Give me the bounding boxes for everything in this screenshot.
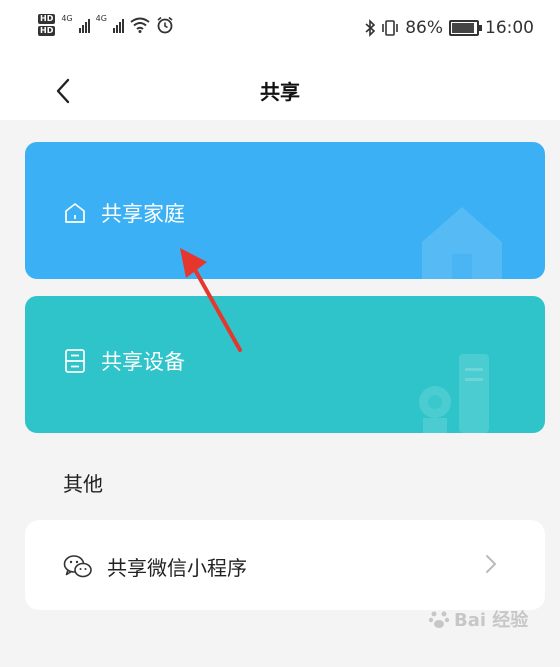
nav-bar: 共享 bbox=[0, 62, 560, 120]
home-icon bbox=[65, 203, 85, 223]
battery-percent: 86% bbox=[405, 18, 443, 38]
share-home-label: 共享家庭 bbox=[101, 202, 185, 226]
clock: 16:00 bbox=[485, 18, 534, 38]
network-type-label: 4G bbox=[95, 14, 107, 23]
hd-badge: HD bbox=[38, 14, 56, 24]
battery-icon bbox=[449, 20, 482, 36]
watermark: Bai 经验 bbox=[428, 606, 528, 632]
wechat-miniprogram-label: 共享微信小程序 bbox=[107, 556, 247, 580]
hd-badge: HD bbox=[38, 26, 56, 36]
status-right: 86% 16:00 bbox=[365, 18, 534, 38]
watermark-text: Bai 经验 bbox=[454, 610, 529, 631]
vibrate-icon bbox=[382, 20, 399, 36]
device-icon bbox=[65, 349, 85, 373]
device-decoration-icon bbox=[419, 354, 489, 433]
status-bar: HD HD 4G 4G 86% 16:00 bbox=[0, 0, 560, 62]
network-type-label: 4G bbox=[61, 14, 73, 23]
battery-fill bbox=[452, 23, 475, 33]
section-title: 其他 bbox=[63, 472, 103, 496]
signal-icon bbox=[112, 17, 124, 33]
signal-icon bbox=[78, 17, 90, 33]
share-device-card[interactable]: 共享设备 bbox=[25, 296, 545, 433]
status-left: HD HD 4G 4G bbox=[38, 14, 174, 36]
share-device-label: 共享设备 bbox=[101, 350, 185, 374]
chevron-right-icon bbox=[486, 555, 496, 573]
bluetooth-icon bbox=[365, 19, 376, 37]
page-title: 共享 bbox=[260, 80, 300, 104]
wechat-icon bbox=[63, 554, 92, 577]
alarm-icon bbox=[157, 16, 173, 34]
paw-logo-icon bbox=[428, 611, 450, 628]
house-decoration-icon bbox=[422, 207, 502, 279]
share-home-card[interactable]: 共享家庭 bbox=[25, 142, 545, 279]
share-wechat-miniprogram-row[interactable]: 共享微信小程序 bbox=[25, 520, 545, 610]
wifi-icon bbox=[130, 17, 150, 33]
